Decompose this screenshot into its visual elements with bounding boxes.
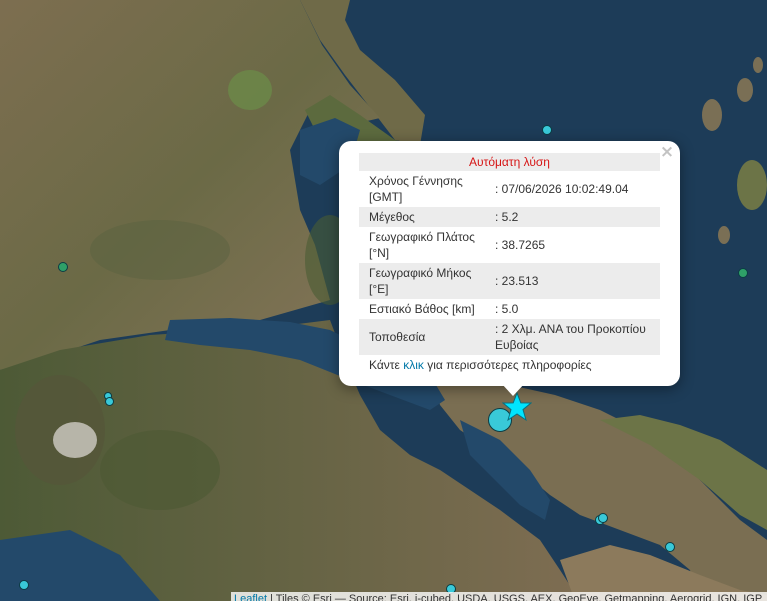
more-info-suffix: για περισσότερες πληροφορίες bbox=[423, 358, 592, 372]
tiles-attribution-text: | Tiles © Esri — Source: Esri, i-cubed, … bbox=[267, 593, 763, 601]
depth-value: : 5.0 bbox=[495, 302, 519, 316]
earthquake-marker[interactable] bbox=[19, 580, 29, 590]
origin-time-label: Χρόνος Γέννησης [GMT] bbox=[369, 174, 463, 204]
table-row: Γεωγραφικό Μήκος [°E] : 23.513 bbox=[359, 263, 660, 299]
table-row: Χρόνος Γέννησης [GMT] : 07/06/2026 10:02… bbox=[359, 171, 660, 207]
earthquake-marker[interactable] bbox=[738, 268, 748, 278]
origin-time-value: : 07/06/2026 10:02:49.04 bbox=[495, 182, 629, 196]
earthquake-info-table: Αυτόματη λύση Χρόνος Γέννησης [GMT] : 07… bbox=[359, 153, 660, 355]
earthquake-marker[interactable] bbox=[105, 397, 114, 406]
status-row: Αυτόματη λύση bbox=[359, 153, 660, 171]
earthquake-info-popup: × Αυτόματη λύση Χρόνος Γέννησης [GMT] : … bbox=[339, 141, 680, 386]
table-row: Εστιακό Βάθος [km] : 5.0 bbox=[359, 299, 660, 319]
more-info-text: Κάντε κλικ για περισσότερες πληροφορίες bbox=[359, 358, 660, 372]
leaflet-link[interactable]: Leaflet bbox=[234, 593, 267, 601]
more-info-link[interactable]: κλικ bbox=[403, 358, 424, 372]
table-row: Μέγεθος : 5.2 bbox=[359, 207, 660, 227]
table-row: Γεωγραφικό Πλάτος [°N] : 38.7265 bbox=[359, 227, 660, 263]
close-icon[interactable]: × bbox=[658, 143, 676, 161]
earthquake-marker[interactable] bbox=[598, 513, 608, 523]
table-row: Τοποθεσία : 2 Χλμ. ΑΝΑ του Προκοπίου Ευβ… bbox=[359, 319, 660, 355]
latitude-value: : 38.7265 bbox=[495, 238, 546, 252]
magnitude-label: Μέγεθος bbox=[369, 210, 415, 224]
location-value: : 2 Χλμ. ΑΝΑ του Προκοπίου Ευβοίας bbox=[495, 322, 646, 352]
magnitude-value: : 5.2 bbox=[495, 210, 519, 224]
latest-earthquake-star-icon[interactable] bbox=[502, 392, 532, 422]
popup-content: Αυτόματη λύση Χρόνος Γέννησης [GMT] : 07… bbox=[359, 153, 660, 372]
location-label: Τοποθεσία bbox=[369, 330, 426, 344]
depth-label: Εστιακό Βάθος [km] bbox=[369, 302, 475, 316]
longitude-label: Γεωγραφικό Μήκος [°E] bbox=[369, 266, 472, 296]
longitude-value: : 23.513 bbox=[495, 274, 539, 288]
earthquake-marker[interactable] bbox=[665, 542, 675, 552]
popup-tip bbox=[501, 383, 525, 396]
earthquake-marker[interactable] bbox=[58, 262, 68, 272]
solution-status: Αυτόματη λύση bbox=[359, 153, 660, 171]
earthquake-marker[interactable] bbox=[542, 125, 552, 135]
latitude-label: Γεωγραφικό Πλάτος [°N] bbox=[369, 230, 475, 260]
more-info-prefix: Κάντε bbox=[369, 358, 404, 372]
map-attribution: Leaflet | Tiles © Esri — Source: Esri, i… bbox=[231, 592, 767, 601]
